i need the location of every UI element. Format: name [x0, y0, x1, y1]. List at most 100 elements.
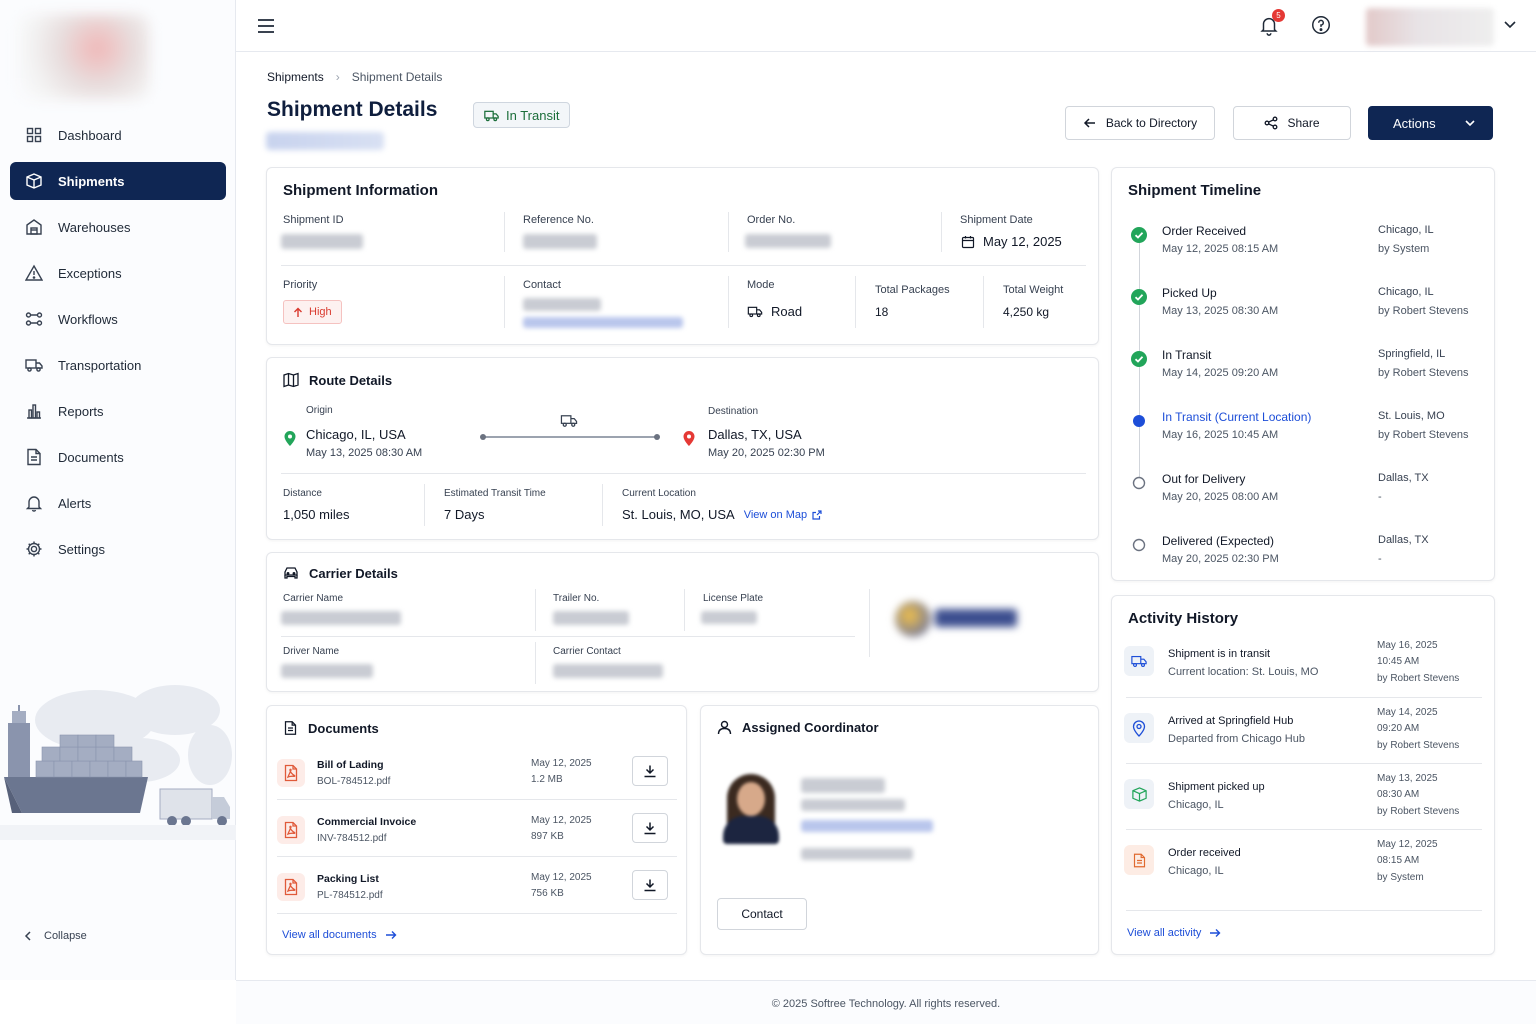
activity-date: May 16, 2025: [1377, 640, 1438, 651]
footer: © 2025 Softree Technology. All rights re…: [236, 980, 1536, 1024]
document-row[interactable]: Commercial Invoice INV-784512.pdf May 12…: [277, 810, 677, 866]
sidebar-item-exceptions[interactable]: Exceptions: [10, 254, 226, 292]
download-button[interactable]: [632, 870, 668, 900]
chevron-down-icon[interactable]: [1502, 16, 1520, 34]
collapse-button[interactable]: Collapse: [22, 930, 87, 942]
breadcrumb-current: Shipment Details: [351, 70, 443, 84]
user-icon: [717, 720, 732, 735]
sidebar-item-dashboard[interactable]: Dashboard: [10, 116, 226, 154]
top-bar: 5: [236, 0, 1536, 52]
document-name: Packing List: [317, 873, 379, 885]
divider: [728, 212, 729, 252]
contact-email[interactable]: [523, 317, 683, 328]
total-packages-label: Total Packages: [875, 284, 950, 296]
coordinator-email[interactable]: [801, 820, 933, 832]
document-row[interactable]: Packing List PL-784512.pdf May 12, 2025 …: [277, 867, 677, 923]
collapse-label: Collapse: [44, 930, 87, 942]
menu-icon[interactable]: [254, 14, 278, 38]
back-label: Back to Directory: [1105, 116, 1198, 130]
document-filename: BOL-784512.pdf: [317, 776, 391, 787]
chevron-right-icon: ›: [335, 70, 340, 84]
download-button[interactable]: [632, 813, 668, 843]
sidebar-item-reports[interactable]: Reports: [10, 392, 226, 430]
shipment-information-card: Shipment Information Shipment ID Referen…: [266, 167, 1099, 345]
breadcrumb-shipments-link[interactable]: Shipments: [267, 70, 324, 84]
check-circle-icon: [1131, 227, 1147, 243]
current-dot-icon: [1131, 413, 1147, 429]
back-to-directory-button[interactable]: Back to Directory: [1065, 106, 1215, 140]
view-on-map-link[interactable]: View on Map: [744, 509, 822, 521]
contact-label: Contact: [741, 907, 783, 921]
card-title: Shipment Information: [283, 182, 438, 199]
help-icon[interactable]: [1310, 14, 1334, 38]
view-all-documents-link[interactable]: View all documents: [282, 929, 397, 941]
dashboard-icon: [24, 125, 44, 145]
reference-label: Reference No.: [523, 214, 594, 226]
view-on-map-label: View on Map: [743, 508, 808, 521]
download-button[interactable]: [632, 756, 668, 786]
driver-name-value: [281, 664, 373, 678]
truck-icon: [559, 412, 579, 429]
document-size: 1.2 MB: [531, 774, 563, 785]
card-title: Activity History: [1128, 610, 1239, 627]
activity-by: by Robert Stevens: [1377, 806, 1460, 817]
carrier-name-label: Carrier Name: [283, 593, 344, 604]
card-title: Route Details: [283, 372, 392, 388]
contact-button[interactable]: Contact: [717, 898, 807, 930]
trailer-value: [553, 611, 629, 625]
timeline-date: May 12, 2025 08:15 AM: [1162, 243, 1279, 255]
timeline-title: Out for Delivery: [1162, 472, 1246, 486]
activity-time: 09:20 AM: [1377, 723, 1420, 734]
share-button[interactable]: Share: [1233, 106, 1351, 140]
pending-circle-icon: [1131, 537, 1147, 553]
activity-date: May 14, 2025: [1377, 707, 1438, 718]
shipment-id-value: [281, 234, 363, 249]
location-pin-icon: [1124, 713, 1154, 743]
carrier-title: Carrier Details: [309, 565, 398, 581]
distance-value: 1,050 miles: [283, 507, 350, 522]
user-profile[interactable]: [1366, 8, 1494, 46]
shipment-date-value: May 12, 2025: [983, 234, 1062, 249]
timeline-location: Chicago, IL: [1378, 224, 1434, 236]
current-location: St. Louis, MO, USA View on Map: [622, 507, 822, 522]
sidebar-item-alerts[interactable]: Alerts: [10, 484, 226, 522]
document-date: May 12, 2025: [531, 872, 592, 883]
reference-value: [523, 234, 597, 249]
sidebar-item-label: Warehouses: [58, 219, 131, 235]
origin-pin-icon: [283, 430, 297, 447]
sidebar-item-settings[interactable]: Settings: [10, 530, 226, 568]
view-all-activity-link[interactable]: View all activity: [1127, 927, 1221, 939]
document-row[interactable]: Bill of Lading BOL-784512.pdf May 12, 20…: [277, 753, 677, 809]
sidebar-item-label: Exceptions: [58, 265, 122, 281]
timeline-location: Dallas, TX: [1378, 472, 1429, 484]
divider: [1126, 697, 1482, 698]
documents-title: Documents: [308, 720, 379, 736]
sidebar-item-documents[interactable]: Documents: [10, 438, 226, 476]
route-start-dot: [480, 434, 486, 440]
card-title: Shipment Timeline: [1128, 182, 1262, 199]
sidebar-item-warehouses[interactable]: Warehouses: [10, 208, 226, 246]
actions-dropdown-button[interactable]: Actions: [1368, 106, 1493, 140]
arrow-right-icon: [385, 930, 397, 940]
arrow-right-icon: [1209, 928, 1221, 938]
divider: [281, 473, 1086, 474]
sidebar-item-workflows[interactable]: Workflows: [10, 300, 226, 338]
document-name: Bill of Lading: [317, 759, 384, 771]
activity-subtitle: Current location: St. Louis, MO: [1168, 666, 1319, 678]
document-date: May 12, 2025: [531, 815, 592, 826]
document-icon: [283, 720, 298, 736]
card-title: Documents: [283, 720, 379, 736]
shipment-subtitle: [266, 132, 384, 150]
company-logo[interactable]: [18, 14, 150, 100]
contact-label: Contact: [523, 279, 561, 291]
arrow-up-icon: [293, 307, 303, 318]
sidebar-item-transportation[interactable]: Transportation: [10, 346, 226, 384]
document-icon: [1124, 845, 1154, 875]
mode-label: Mode: [747, 279, 775, 291]
order-label: Order No.: [747, 214, 796, 226]
origin-value: Chicago, IL, USA: [306, 427, 406, 442]
destination-date: May 20, 2025 02:30 PM: [708, 447, 825, 459]
timeline-by: by Robert Stevens: [1378, 367, 1469, 379]
sidebar-item-shipments[interactable]: Shipments: [10, 162, 226, 200]
divider: [504, 276, 505, 328]
